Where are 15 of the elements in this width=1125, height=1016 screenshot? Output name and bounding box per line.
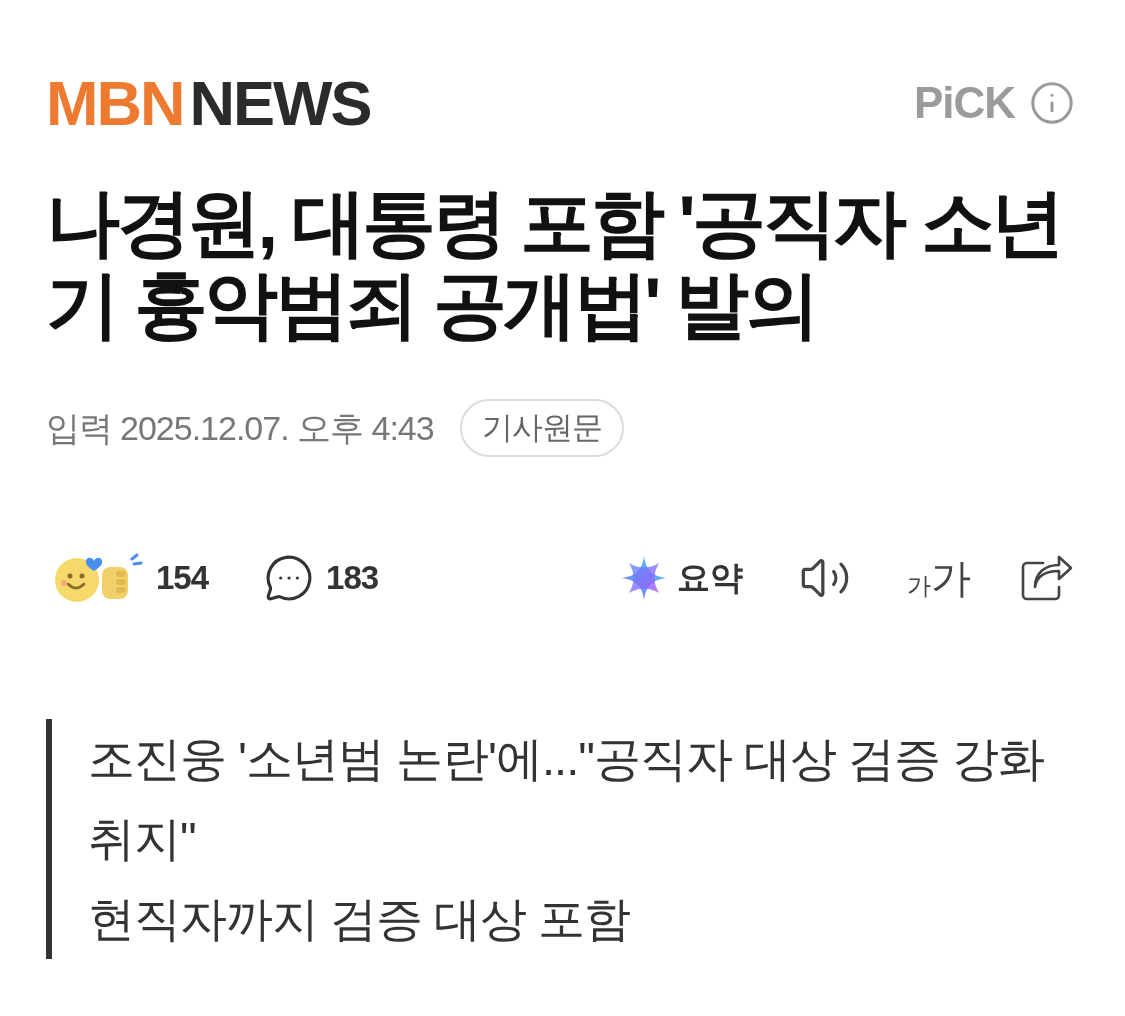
pick-label: PiCK (913, 81, 1015, 125)
mbn-news-logo[interactable]: MBNNEWS (46, 71, 371, 135)
article-headline: 나경원, 대통령 포함 '공직자 소년기 흉악범죄 공개법' 발의 (46, 182, 1063, 346)
font-size-button[interactable]: 가가 (907, 558, 971, 598)
comments-button[interactable]: 183 (264, 553, 379, 603)
summary-line: 조진웅 '소년범 논란'에..."공직자 대상 검증 강화 취지" (88, 731, 1046, 867)
info-icon[interactable] (1029, 80, 1075, 126)
share-button[interactable] (1021, 555, 1073, 601)
original-article-button[interactable]: 기사원문 (459, 399, 624, 457)
reaction-button[interactable]: 154 (46, 553, 209, 603)
summary-button[interactable]: 요약 (621, 553, 743, 603)
input-label: 입력 (46, 407, 112, 449)
summary-line: 현직자까지 검증 대상 포함 (88, 891, 632, 947)
timestamp: 2025.12.07. 오후 4:43 (120, 407, 434, 449)
share-icon (1021, 555, 1073, 601)
